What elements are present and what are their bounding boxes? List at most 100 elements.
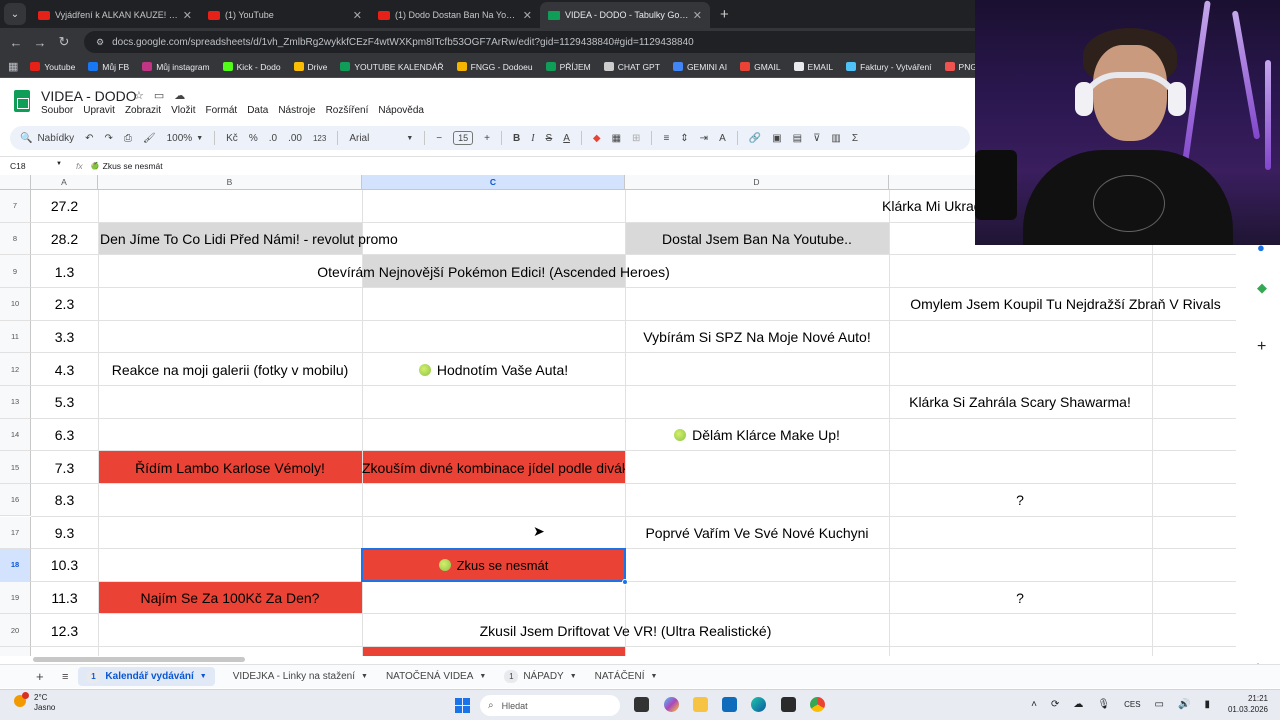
video-cell[interactable]: Dostal Jsem Ban Na Youtube.. (625, 223, 889, 256)
zoom-select[interactable]: 100% (167, 133, 193, 144)
formula-input[interactable]: 🍏 Zkus se nesmát (91, 161, 163, 171)
video-cell[interactable]: Vybírám Si SPZ Na Moje Nové Auto! (625, 321, 889, 354)
bookmark-item[interactable]: GEMINI AI (672, 62, 727, 72)
video-cell[interactable]: ? (889, 484, 1151, 517)
video-cell[interactable]: Řídím Lambo Karlose Vémoly! (98, 451, 362, 484)
volume-icon[interactable]: 🔊 (1178, 699, 1190, 710)
menu-item[interactable]: Rozšíření (326, 105, 369, 116)
filter-views-icon[interactable]: ▥ (831, 133, 840, 144)
row-header[interactable]: 18 (0, 549, 31, 582)
sheets-logo-icon[interactable] (14, 90, 30, 112)
video-cell[interactable]: Omylem Jsem Koupil Tu Nejdražší Zbraň V … (760, 288, 1236, 321)
chevron-down-icon[interactable]: ▼ (196, 135, 203, 142)
chevron-down-icon[interactable]: ▼ (570, 673, 577, 680)
close-tab-icon[interactable]: ✕ (183, 9, 192, 22)
number-format-button[interactable]: 123 (313, 134, 326, 143)
sheet-tab[interactable]: VIDEJKA - Linky na stažení ▼ (233, 671, 368, 682)
date-cell[interactable]: 2.3 (31, 288, 98, 321)
document-title[interactable]: VIDEA - DODO (41, 88, 137, 104)
video-cell[interactable]: ? (889, 582, 1151, 615)
decrease-font-size-button[interactable]: − (436, 133, 442, 144)
bookmark-item[interactable]: GMAIL (740, 62, 781, 72)
row-header[interactable]: 16 (0, 483, 31, 517)
cloud-status-icon[interactable]: ☁ (174, 89, 185, 102)
windows-start-icon[interactable] (455, 698, 470, 713)
sheet-tab[interactable]: 1 NÁPADY ▼ (504, 670, 577, 683)
row-header[interactable]: 17 (0, 516, 31, 550)
add-sheet-button[interactable]: + (36, 669, 50, 684)
chevron-down-icon[interactable]: ▼ (406, 135, 413, 142)
video-cell[interactable]: Dělám Klárce Make Up! (625, 419, 889, 452)
row-header[interactable]: 14 (0, 418, 31, 452)
increase-font-size-button[interactable]: + (484, 133, 490, 144)
close-tab-icon[interactable]: ✕ (693, 9, 702, 22)
decrease-decimal-button[interactable]: .0 (269, 133, 277, 144)
date-cell[interactable]: 9.3 (31, 517, 98, 550)
bookmark-item[interactable]: PŘÍJEM (545, 62, 591, 72)
date-cell[interactable]: 10.3 (31, 549, 98, 582)
merge-cells-icon[interactable]: ⊞ (632, 133, 640, 144)
date-cell[interactable]: 12.3 (31, 614, 98, 647)
bookmark-item[interactable]: Youtube (30, 62, 75, 72)
sheet-tab[interactable]: NATOČENÁ VIDEA ▼ (386, 671, 486, 682)
percent-format-button[interactable]: % (249, 133, 258, 144)
bookmark-item[interactable]: FNGG - Dodoeu (456, 62, 533, 72)
menu-item[interactable]: Nástroje (278, 105, 315, 116)
add-addon-icon[interactable]: + (1257, 338, 1266, 356)
maps-icon[interactable]: ◆ (1257, 280, 1267, 296)
back-icon[interactable]: ← (4, 35, 28, 50)
insert-comment-icon[interactable]: ▣ (772, 133, 781, 144)
chevron-down-icon[interactable]: ▼ (650, 673, 657, 680)
close-tab-icon[interactable]: ✕ (523, 9, 532, 22)
currency-format-button[interactable]: Kč (226, 133, 238, 144)
text-wrap-icon[interactable]: ⇥ (700, 133, 708, 144)
video-cell[interactable]: Klárka Mi Ukrad (882, 190, 975, 223)
close-tab-icon[interactable]: ✕ (353, 9, 362, 22)
date-cell[interactable]: 7.3 (31, 451, 98, 484)
search-menus-icon[interactable]: 🔍 (20, 133, 32, 144)
microphone-icon[interactable]: 🎙 (1097, 699, 1110, 710)
fill-color-icon[interactable]: ◆ (593, 133, 601, 144)
bookmark-item[interactable]: Můj instagram (142, 62, 210, 72)
bold-button[interactable]: B (513, 133, 520, 144)
new-tab-button[interactable]: + (720, 6, 729, 23)
taskbar-search[interactable]: ⌕ Hledat (480, 695, 620, 716)
font-size-field[interactable]: 15 (453, 131, 474, 145)
bookmark-item[interactable]: Faktury - Vytváření (846, 62, 932, 72)
video-cell[interactable]: Zkouším divné kombinace jídel podle divá… (362, 451, 625, 484)
text-rotation-icon[interactable]: A (719, 133, 726, 144)
date-cell[interactable]: 28.2 (31, 223, 98, 256)
insert-link-icon[interactable]: 🔗 (749, 133, 761, 144)
star-icon[interactable]: ☆ (134, 89, 144, 102)
video-cell[interactable]: Otevírám Nejnovější Pokémon Edici! (Asce… (98, 255, 889, 288)
sync-icon[interactable]: ⟳ (1051, 699, 1059, 710)
insert-chart-icon[interactable]: ▤ (793, 133, 802, 144)
menu-item[interactable]: Data (247, 105, 268, 116)
redo-icon[interactable]: ↷ (105, 133, 113, 144)
select-all-corner[interactable] (0, 175, 31, 190)
column-header-d[interactable]: D (625, 175, 889, 190)
row-header[interactable]: 11 (0, 320, 31, 354)
row-header[interactable]: 9 (0, 255, 31, 288)
browser-tab-3[interactable]: (1) Dodo Dostan Ban Na YouTu… ✕ (370, 2, 540, 28)
chrome-icon[interactable] (810, 697, 825, 712)
clock[interactable]: 21:21 01.03.2026 (1228, 693, 1268, 715)
site-info-icon[interactable]: ⚙ (96, 37, 104, 48)
menu-item[interactable]: Vložit (171, 105, 195, 116)
row-header[interactable] (0, 647, 31, 656)
browser-tab-2[interactable]: (1) YouTube ✕ (200, 2, 370, 28)
date-cell[interactable]: 5.3 (31, 386, 98, 419)
menu-item[interactable]: Zobrazit (125, 105, 161, 116)
video-cell[interactable]: Zkusil Jsem Driftovat Ve VR! (Ultra Real… (362, 614, 889, 647)
battery-icon[interactable]: ▮ (1204, 699, 1210, 710)
bookmark-item[interactable]: Můj FB (88, 62, 129, 72)
vertical-align-icon[interactable]: ⇕ (680, 133, 688, 144)
date-cell[interactable]: 1.3 (31, 255, 98, 288)
apps-grid-icon[interactable]: ▦ (8, 60, 18, 73)
bookmark-item[interactable]: Kick - Dodo (222, 62, 281, 72)
video-cell[interactable]: Hodnotím Vaše Auta! (362, 353, 625, 386)
move-folder-icon[interactable]: ▭ (154, 89, 164, 102)
date-cell[interactable]: 8.3 (31, 484, 98, 517)
row-header[interactable]: 20 (0, 614, 31, 648)
strikethrough-button[interactable]: S (546, 133, 553, 144)
